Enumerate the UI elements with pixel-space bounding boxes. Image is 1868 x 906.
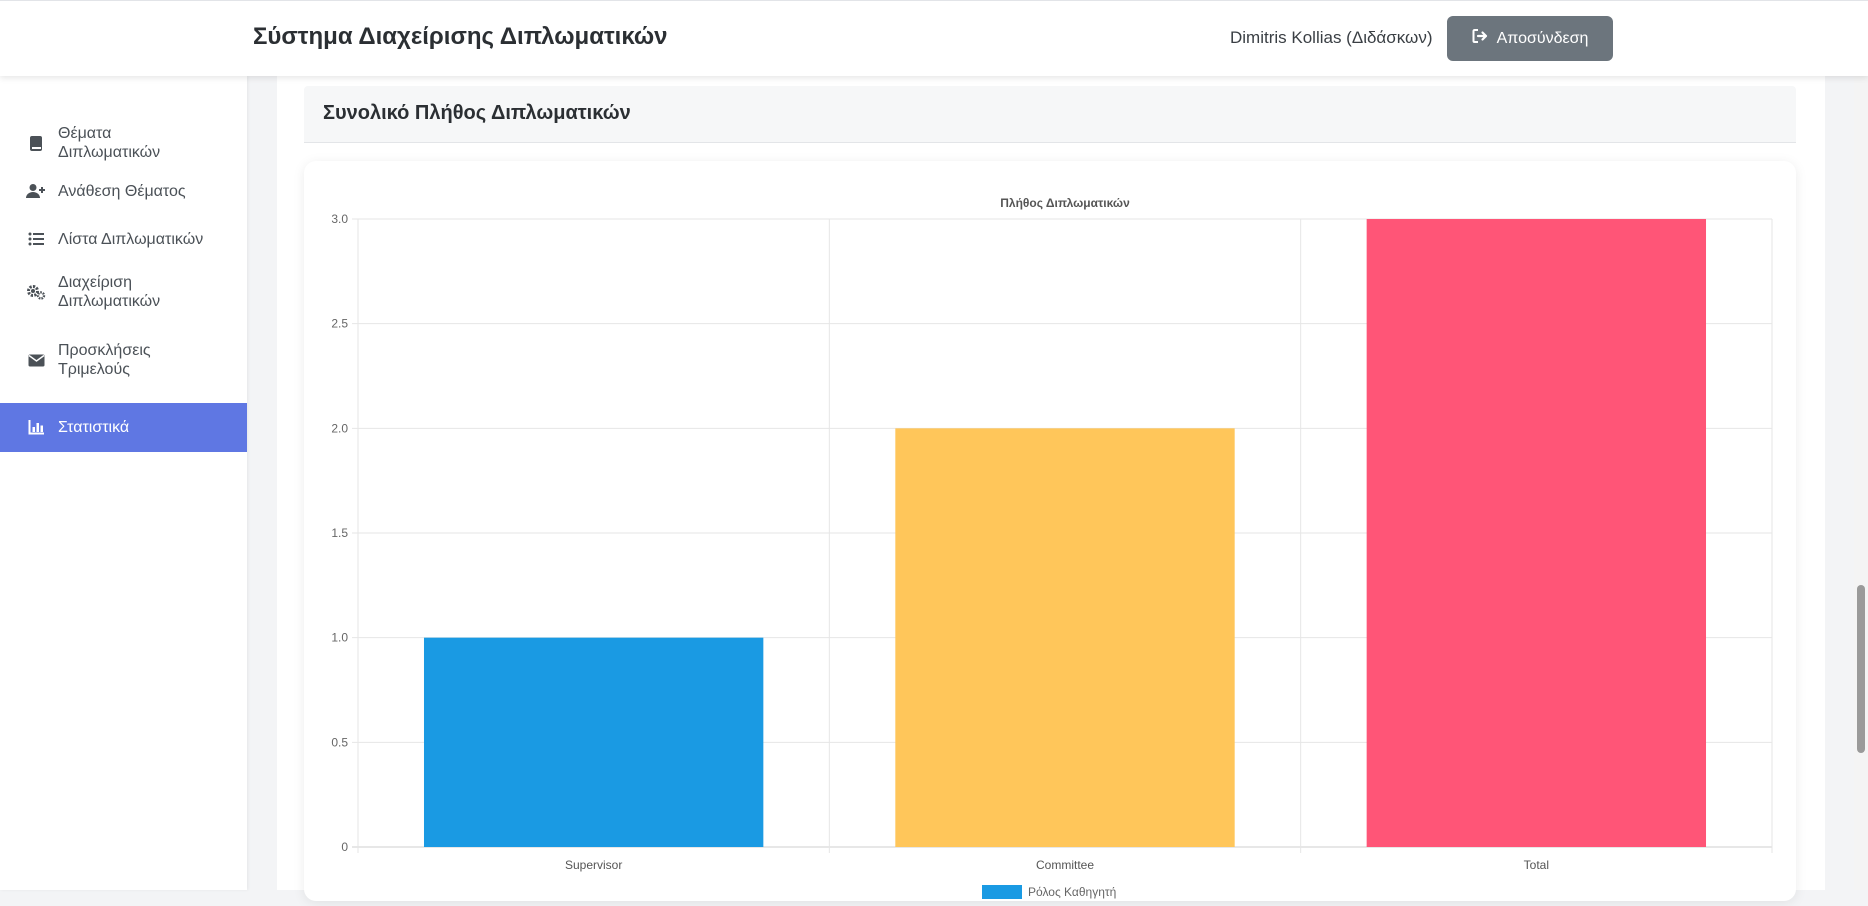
envelope-icon	[26, 354, 46, 367]
sidebar-item-label: Στατιστικά	[58, 419, 130, 436]
y-tick-label: 2.5	[331, 317, 348, 331]
section-title: Συνολικό Πλήθος Διπλωματικών	[323, 102, 631, 124]
app-title: Σύστημα Διαχείρισης Διπλωματικών	[253, 23, 668, 50]
user-plus-icon	[26, 183, 46, 199]
statistics-card-header: Συνολικό Πλήθος Διπλωματικών	[304, 86, 1796, 143]
sidebar-item-label: Ανάθεση Θέματος	[58, 182, 186, 200]
bar-chart: Πλήθος Διπλωματικών 0 0.5 1.0 1.5 2.0 2.5 3.0 Su…	[331, 196, 1773, 899]
gears-icon	[26, 284, 46, 300]
x-tick-label: Total	[1524, 858, 1549, 872]
page-scrollbar[interactable]	[1854, 0, 1868, 890]
sidebar-item-manage-theses[interactable]: Διαχείριση Διπλωματικών	[0, 264, 247, 320]
sidebar-item-statistics[interactable]: Στατιστικά	[0, 403, 247, 452]
y-tick-label: 3.0	[331, 212, 348, 226]
y-tick-label: 0.5	[331, 735, 348, 749]
y-tick-label: 1.5	[331, 526, 348, 540]
x-tick-label: Committee	[1036, 858, 1094, 872]
legend-label[interactable]: Ρόλος Καθηγητή	[1028, 885, 1116, 899]
sidebar-item-label: Προσκλήσεις Τριμελούς	[58, 342, 151, 378]
sign-out-icon	[1472, 28, 1489, 49]
chart-title: Πλήθος Διπλωματικών	[1000, 196, 1130, 210]
x-tick-label: Supervisor	[565, 858, 622, 872]
sidebar-item-committee-invitations[interactable]: Προσκλήσεις Τριμελούς	[0, 332, 247, 388]
logout-label: Αποσύνδεση	[1496, 29, 1589, 47]
top-navbar: Σύστημα Διαχείρισης Διπλωματικών Dimitri…	[0, 0, 1868, 76]
logout-button[interactable]: Αποσύνδεση	[1447, 16, 1613, 61]
book-icon	[26, 135, 46, 152]
bar-supervisor[interactable]	[423, 637, 764, 847]
sidebar-item-label: Θέματα Διπλωματικών	[58, 125, 161, 161]
y-tick-label: 2.0	[331, 421, 348, 435]
sidebar-item-label: Διαχείριση Διπλωματικών	[58, 274, 161, 310]
y-tick-label: 1.0	[331, 631, 348, 645]
sidebar-item-thesis-list[interactable]: Λίστα Διπλωματικών	[0, 218, 247, 260]
bar-committee[interactable]	[895, 428, 1235, 847]
y-tick-label: 0	[341, 840, 348, 854]
sidebar-item-label: Λίστα Διπλωματικών	[58, 230, 204, 248]
chart-icon	[26, 420, 46, 435]
sidebar-item-assign-topic[interactable]: Ανάθεση Θέματος	[0, 170, 247, 212]
sidebar-item-topics[interactable]: Θέματα Διπλωματικών	[0, 115, 247, 171]
bar-total[interactable]	[1366, 219, 1707, 847]
legend-swatch[interactable]	[982, 885, 1022, 899]
list-icon	[26, 232, 46, 246]
current-user-name: Dimitris Kollias (Διδάσκων)	[1230, 28, 1433, 47]
sidebar: Θέματα Διπλωματικών Ανάθεση Θέματος Λίστ…	[0, 75, 247, 890]
scrollbar-thumb[interactable]	[1857, 585, 1865, 753]
chart-card: Πλήθος Διπλωματικών 0 0.5 1.0 1.5 2.0 2.5 3.0 Su…	[304, 161, 1796, 901]
